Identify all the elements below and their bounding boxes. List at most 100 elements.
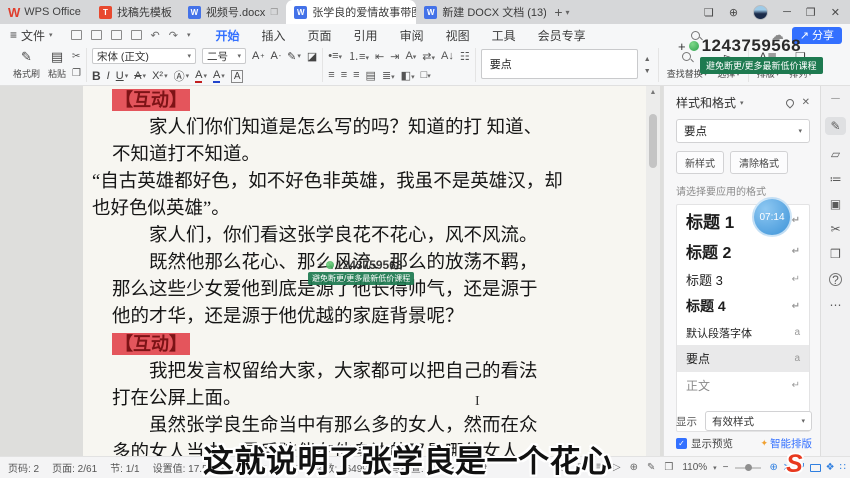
font-size-select[interactable]: 二号▾ [202, 48, 246, 64]
font-name-select[interactable]: 宋体 (正文)▾ [92, 48, 196, 64]
bold-button[interactable]: B [92, 69, 101, 83]
fullscreen-icon[interactable]: ❒ [664, 462, 673, 473]
italic-button[interactable]: I [107, 70, 110, 82]
tab-page[interactable]: 页面 [299, 25, 341, 46]
gallery-down-icon[interactable]: ▼ [644, 68, 651, 75]
print-icon[interactable] [111, 30, 122, 40]
read-mode-icon[interactable]: ▷ [613, 462, 621, 473]
scrollbar-thumb[interactable] [649, 114, 657, 168]
file-menu-button[interactable]: ≡ 文件 ▾ [0, 27, 61, 44]
zoom-slider[interactable] [735, 467, 761, 469]
help-icon[interactable]: ? [829, 273, 842, 286]
clear-format-button[interactable]: 清除格式 [730, 151, 788, 174]
avatar[interactable] [753, 5, 768, 20]
adjust-sliders-icon[interactable]: ≔ [830, 173, 842, 185]
globe-view-icon[interactable]: ⊕ [630, 462, 638, 473]
clear-format-icon[interactable]: ◪ [307, 50, 317, 63]
shrink-font-button[interactable]: A- [270, 50, 281, 62]
style-gallery[interactable]: 要点 [481, 49, 638, 79]
minimize-button[interactable]: ─ [783, 6, 791, 18]
tab-template[interactable]: T 找稿先模板 [91, 0, 180, 24]
justify-icon[interactable]: ▤ [366, 69, 376, 82]
tab-shipinhao[interactable]: W 视频号.docx ❐ [180, 0, 286, 24]
text-direction-icon[interactable]: ⇄▾ [422, 50, 435, 63]
tab-tools[interactable]: 工具 [483, 25, 525, 46]
tab-home[interactable]: 开始 [207, 25, 249, 46]
style-item-default-font[interactable]: 默认段落字体a [677, 320, 809, 345]
smart-typeset-link[interactable]: ✦ 智能排版 [760, 436, 812, 451]
collapse-rail-icon[interactable]: ─ [831, 92, 840, 104]
image-tool-icon[interactable]: ▣ [830, 198, 841, 210]
show-marks-icon[interactable]: ☷ [460, 50, 470, 63]
underline-button[interactable]: U▾ [116, 70, 128, 82]
align-left-icon[interactable]: ≡ [328, 69, 334, 81]
align-center-icon[interactable]: ≡ [341, 69, 347, 81]
tab-review[interactable]: 审阅 [391, 25, 433, 46]
numbered-list-icon[interactable]: ⒈≡▾ [348, 48, 369, 64]
redo-icon[interactable]: ↷ [169, 29, 178, 42]
restore-button[interactable]: ❐ [806, 6, 816, 19]
style-item-heading4[interactable]: 标题 4↵ [677, 292, 809, 320]
char-scale-icon[interactable]: A▾ [405, 50, 416, 62]
zoom-out-button[interactable]: − [723, 462, 729, 473]
close-button[interactable]: ✕ [831, 6, 840, 19]
save-icon[interactable] [71, 30, 82, 40]
superscript-button[interactable]: X²▾ [152, 70, 168, 82]
line-spacing-icon[interactable]: ≣▾ [382, 69, 395, 82]
phonetic-guide-button[interactable]: Ⓐ▾ [174, 68, 190, 84]
print-preview-icon[interactable] [131, 30, 142, 40]
align-right-icon[interactable]: ≡ [353, 69, 359, 81]
bullet-list-icon[interactable]: •≡▾ [328, 50, 342, 62]
tab-pin-icon[interactable]: ❐ [270, 7, 278, 18]
style-item-keypoint-selected[interactable]: 要点a [677, 345, 809, 372]
grow-font-button[interactable]: A+ [252, 50, 264, 62]
tab-member[interactable]: 会员专享 [529, 25, 595, 46]
scroll-up-icon[interactable]: ▲ [646, 86, 660, 96]
font-color-button[interactable]: A▾ [213, 69, 225, 83]
output-icon[interactable] [91, 30, 102, 40]
edit-pen-icon[interactable]: ✎ [825, 117, 845, 135]
tab-view[interactable]: 视图 [437, 25, 479, 46]
current-style-select[interactable]: 要点 ▾ [676, 119, 810, 143]
style-item-heading3[interactable]: 标题 3↵ [677, 266, 809, 292]
annotate-plus-icon[interactable]: ⊕ [770, 462, 778, 473]
cut-icon[interactable]: ✂ [72, 51, 81, 62]
tab-zhangxueliang-active[interactable]: W 张学良的爱情故事带图 ❐ ✕ [286, 0, 416, 24]
undo-icon[interactable]: ↶ [151, 29, 160, 42]
increase-indent-icon[interactable]: ⇥ [390, 50, 399, 63]
show-preview-checkbox[interactable]: ✓ 显示预览 [676, 436, 733, 451]
close-panel-icon[interactable]: ✕ [802, 97, 810, 108]
copy-icon[interactable]: ❐ [72, 68, 81, 79]
tab-new-docx[interactable]: W 新建 DOCX 文档 (13) ❐ [416, 0, 546, 24]
new-style-button[interactable]: 新样式 [676, 151, 724, 174]
grid-icon[interactable]: ∷ [840, 462, 846, 473]
strikethrough-button[interactable]: A▾ [134, 70, 146, 82]
document-scrollbar[interactable]: ▲ [646, 86, 660, 456]
text-effects-button[interactable]: ✎▾ [287, 50, 301, 63]
sort-icon[interactable]: A↓ [441, 50, 454, 62]
paste-button[interactable]: ▤ 粘贴 [46, 48, 68, 82]
decrease-indent-icon[interactable]: ⇤ [375, 50, 384, 63]
shading-icon[interactable]: ◧▾ [401, 69, 415, 82]
select-lasso-icon[interactable]: ▱ [831, 148, 840, 160]
more-tools-icon[interactable]: ⋯ [830, 299, 842, 311]
screen-icon[interactable] [810, 464, 821, 472]
layout-split-icon[interactable]: ❏ [704, 6, 714, 19]
character-shading-button[interactable]: A [231, 70, 244, 83]
format-painter-button[interactable]: ✎ 格式刷 [11, 48, 42, 82]
tab-reference[interactable]: 引用 [345, 25, 387, 46]
style-item-heading2[interactable]: 标题 2↵ [677, 236, 809, 266]
gallery-up-icon[interactable]: ▲ [644, 56, 651, 63]
notebook-icon[interactable]: ❒ [830, 248, 841, 260]
wps-logo[interactable]: W WPS Office [0, 5, 91, 20]
pen-mode-icon[interactable]: ✎ [647, 462, 655, 473]
pin-panel-icon[interactable] [784, 97, 795, 108]
brand-icon[interactable]: ❖ [826, 462, 835, 473]
border-icon[interactable]: □▾ [421, 69, 431, 81]
new-tab-button[interactable]: +▾ [554, 4, 569, 20]
style-item-body[interactable]: 正文↵ [677, 372, 809, 399]
cut-tool-icon[interactable]: ✂ [830, 223, 840, 235]
zoom-level[interactable]: 110% [682, 462, 707, 473]
chevron-down-icon[interactable]: ▾ [187, 31, 191, 39]
highlight-color-button[interactable]: A▾ [195, 69, 207, 83]
